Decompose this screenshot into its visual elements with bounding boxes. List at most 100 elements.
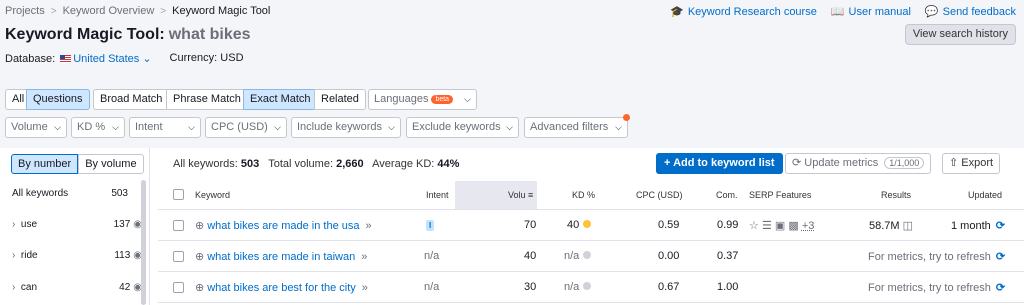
com-value: 1.00: [717, 281, 739, 293]
row-checkbox[interactable]: [173, 220, 184, 231]
column-intent[interactable]: Intent: [426, 190, 449, 200]
volume-value: 70: [524, 219, 537, 231]
double-chevron-icon[interactable]: »: [365, 220, 371, 232]
chevron-right-icon[interactable]: ›: [12, 282, 15, 293]
sidebar-group-can[interactable]: › can 42 ◉: [12, 282, 142, 293]
notification-dot: [623, 114, 630, 121]
column-updated[interactable]: Updated: [968, 190, 1002, 200]
sidebar-group-use[interactable]: › use 137 ◉: [12, 219, 142, 230]
list-icon: ☰: [761, 220, 772, 232]
image-icon: ▣: [774, 220, 786, 232]
table-row: ⊕ what bikes are best for the city » n/a 3…: [158, 272, 1024, 303]
summary-stats: All keywords: 503 Total volume: 2,660 Av…: [173, 158, 460, 170]
advanced-filters[interactable]: Advanced filters ⌵: [524, 117, 628, 138]
chevron-right-icon[interactable]: ›: [12, 250, 15, 261]
sidebar-all-keywords[interactable]: All keywords 503: [12, 188, 142, 199]
chevron-down-icon: ⌵: [188, 122, 195, 132]
tab-questions[interactable]: Questions: [26, 89, 90, 110]
view-history-button[interactable]: View search history: [904, 24, 1016, 45]
row-checkbox[interactable]: [173, 251, 184, 262]
database-label: Database:: [5, 53, 56, 65]
updated-message: For metrics, try to refresh: [868, 282, 991, 294]
add-to-keyword-list-button[interactable]: + Add to keyword list: [656, 153, 783, 174]
double-chevron-icon[interactable]: »: [361, 251, 367, 263]
kd-value: n/a: [564, 281, 580, 293]
table-row: ⊕ what bikes are made in taiwan » n/a 40 n…: [158, 241, 1024, 272]
tab-exact-match[interactable]: Exact Match: [243, 89, 318, 110]
cpc-filter[interactable]: CPC (USD) ⌵: [205, 117, 287, 138]
updated-message: For metrics, try to refresh: [868, 251, 991, 263]
column-results[interactable]: Results: [881, 190, 911, 200]
keyword-link[interactable]: what bikes are best for the city: [207, 282, 356, 294]
exclude-keywords-filter[interactable]: Exclude keywords ⌵: [406, 117, 519, 138]
serp-features[interactable]: ☆ ☰ ▣ ▩ +3: [749, 219, 814, 232]
refresh-icon[interactable]: ⟳: [996, 251, 1005, 263]
kd-value: 40: [567, 219, 580, 231]
column-keyword[interactable]: Keyword: [195, 190, 230, 200]
languages-dropdown[interactable]: Languages beta ⌵: [368, 89, 477, 110]
volume-value: 30: [524, 281, 537, 293]
com-value: 0.99: [717, 219, 739, 231]
column-volume[interactable]: Volu ≡: [508, 190, 533, 200]
query-text: what bikes: [168, 26, 251, 43]
sidebar-scrollbar[interactable]: [141, 180, 146, 305]
by-number-button[interactable]: By number: [11, 154, 79, 174]
sidebar-group-ride[interactable]: › ride 113 ◉: [12, 250, 142, 261]
header-area: Projects > Keyword Overview > Keyword Ma…: [0, 0, 1024, 148]
kd-filter[interactable]: KD % ⌵: [71, 117, 125, 138]
tab-phrase-match[interactable]: Phrase Match: [166, 89, 248, 110]
chevron-right-icon: >: [160, 5, 167, 17]
beta-badge: beta: [431, 95, 454, 104]
update-metrics-button[interactable]: ⟳ Update metrics 1/1,000: [785, 153, 932, 174]
manual-link[interactable]: 📖 User manual: [831, 5, 911, 19]
breadcrumb-projects[interactable]: Projects: [5, 5, 45, 17]
column-com[interactable]: Com.: [716, 190, 738, 200]
video-icon: ▩: [788, 220, 799, 232]
chevron-down-icon: ⌵: [388, 122, 395, 132]
add-circle-icon[interactable]: ⊕: [195, 220, 204, 232]
keyword-link[interactable]: what bikes are made in taiwan: [207, 251, 355, 263]
breadcrumb-keyword-overview[interactable]: Keyword Overview: [63, 5, 155, 17]
course-link[interactable]: 🎓 Keyword Research course: [670, 5, 817, 19]
refresh-icon[interactable]: ⟳: [996, 282, 1005, 294]
sort-icon: ≡: [528, 190, 534, 200]
update-count-badge: 1/1,000: [884, 157, 925, 169]
breadcrumb: Projects > Keyword Overview > Keyword Ma…: [5, 5, 270, 17]
tab-broad-match[interactable]: Broad Match: [93, 89, 170, 110]
sidebar-sort-toggle: By number By volume: [11, 154, 144, 174]
results-value: 58.7M: [869, 220, 900, 232]
breadcrumb-current: Keyword Magic Tool: [172, 5, 271, 17]
refresh-icon[interactable]: ⟳: [996, 220, 1005, 232]
volume-filter[interactable]: Volume ⌵: [5, 117, 67, 138]
serp-preview-icon[interactable]: ◫: [903, 220, 913, 232]
volume-value: 40: [524, 250, 537, 262]
kd-indicator: [583, 251, 592, 259]
add-circle-icon[interactable]: ⊕: [195, 251, 204, 263]
add-circle-icon[interactable]: ⊕: [195, 282, 204, 294]
chevron-down-icon[interactable]: ⌄: [142, 53, 151, 65]
intent-filter[interactable]: Intent ⌵: [129, 117, 201, 138]
kd-indicator: [583, 220, 592, 228]
chevron-down-icon: ⌵: [615, 122, 622, 132]
chevron-right-icon[interactable]: ›: [12, 219, 15, 230]
by-volume-button[interactable]: By volume: [78, 154, 144, 174]
select-all-checkbox[interactable]: [173, 189, 184, 200]
column-serp[interactable]: SERP Features: [749, 190, 811, 200]
updated-value: 1 month: [951, 220, 991, 232]
keyword-link[interactable]: what bikes are made in the usa: [207, 220, 359, 232]
results-panel: All keywords: 503 Total volume: 2,660 Av…: [158, 148, 1024, 305]
double-chevron-icon[interactable]: »: [362, 282, 368, 294]
include-keywords-filter[interactable]: Include keywords ⌵: [291, 117, 401, 138]
database-select[interactable]: United States: [73, 53, 139, 65]
refresh-icon: ⟳: [792, 157, 802, 169]
table-header: Keyword Intent Volu ≡ KD % CPC (USD) Com…: [158, 181, 1024, 210]
cpc-value: 0.00: [658, 250, 680, 262]
column-cpc[interactable]: CPC (USD): [636, 190, 683, 200]
column-kd[interactable]: KD %: [572, 190, 595, 200]
export-button[interactable]: ⇧ Export: [942, 153, 1001, 174]
top-links: 🎓 Keyword Research course 📖 User manual 💬 S…: [670, 5, 1016, 19]
chevron-down-icon: ⌵: [112, 122, 119, 132]
tab-related[interactable]: Related: [314, 89, 366, 110]
row-checkbox[interactable]: [173, 282, 184, 293]
feedback-link[interactable]: 💬 Send feedback: [925, 5, 1016, 19]
